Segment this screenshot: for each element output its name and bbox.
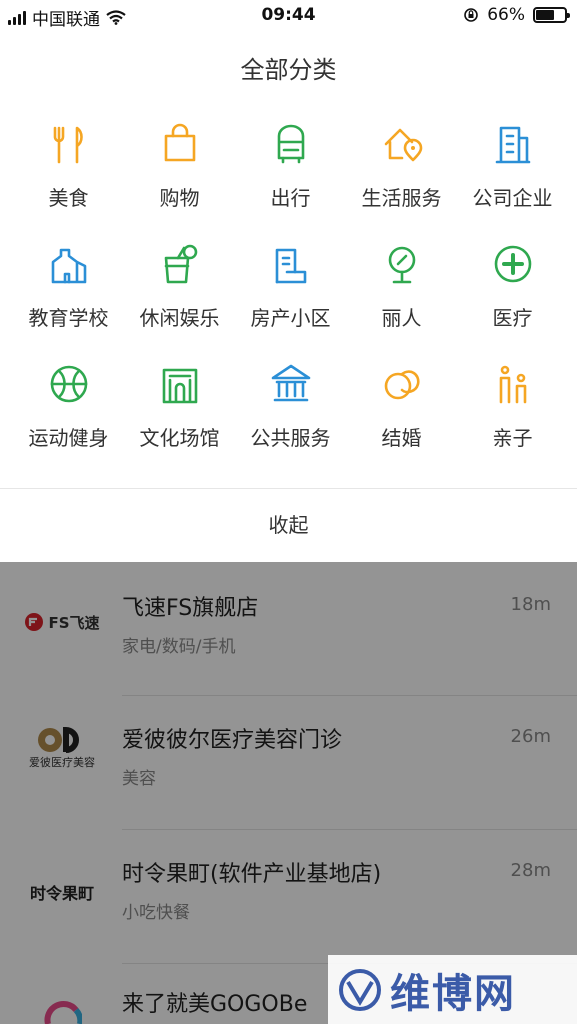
shopping-bag-icon — [164, 123, 195, 162]
category-item[interactable]: 美食 — [11, 122, 126, 232]
category-label: 运动健身 — [28, 426, 109, 450]
real-estate-icon — [275, 248, 306, 284]
category-label: 购物 — [159, 186, 200, 210]
mirror-icon — [388, 246, 415, 284]
category-item[interactable]: 购物 — [122, 122, 237, 232]
category-label: 房产小区 — [250, 306, 331, 330]
category-item[interactable]: 亲子 — [455, 362, 570, 472]
orientation-lock-icon — [464, 8, 479, 22]
status-right: 66% — [463, 5, 570, 25]
public-building-icon — [271, 364, 310, 402]
category-item[interactable]: 医疗 — [455, 242, 570, 352]
category-label: 生活服务 — [361, 186, 442, 210]
category-item[interactable]: 公司企业 — [455, 122, 570, 232]
category-panel: 全部分类 美食 购物 出行 生活服务 公司企业教育学校 休闲娱乐 房产小区 丽人 医疗运动健身 文… — [0, 32, 577, 562]
category-item[interactable]: 生活服务 — [344, 122, 459, 232]
category-label: 公共服务 — [250, 426, 331, 450]
watermark-logo-icon — [339, 968, 381, 1011]
sports-ball-icon — [50, 365, 87, 403]
category-label: 出行 — [270, 186, 311, 210]
parent-child-icon — [499, 365, 526, 404]
building-icon — [495, 126, 530, 164]
watermark: 维博网 — [328, 955, 577, 1024]
category-item[interactable]: 休闲娱乐 — [122, 242, 237, 352]
school-icon — [51, 248, 86, 284]
category-item[interactable]: 丽人 — [344, 242, 459, 352]
category-label: 亲子 — [492, 426, 533, 450]
drink-cup-icon — [164, 244, 197, 284]
battery-icon — [533, 7, 570, 23]
rings-icon — [384, 370, 420, 400]
category-item[interactable]: 出行 — [233, 122, 348, 232]
battery-percent: 66% — [487, 5, 525, 25]
category-label: 休闲娱乐 — [139, 306, 220, 330]
collapse-button[interactable]: 收起 — [0, 489, 577, 562]
panel-title: 全部分类 — [240, 56, 337, 84]
category-item[interactable]: 公共服务 — [233, 362, 348, 472]
category-item[interactable]: 结婚 — [344, 362, 459, 472]
category-label: 丽人 — [381, 306, 422, 330]
category-item[interactable]: 文化场馆 — [122, 362, 237, 472]
category-item[interactable]: 运动健身 — [11, 362, 126, 472]
category-label: 教育学校 — [28, 306, 109, 330]
category-item[interactable]: 房产小区 — [233, 242, 348, 352]
venue-icon — [162, 368, 197, 404]
category-label: 结婚 — [381, 426, 422, 450]
category-label: 文化场馆 — [139, 426, 220, 450]
category-label: 美食 — [48, 186, 89, 210]
house-pin-icon — [384, 128, 422, 162]
category-label: 公司企业 — [472, 186, 553, 210]
fork-knife-icon — [53, 126, 83, 164]
watermark-text: 维博网 — [390, 970, 516, 1017]
category-item[interactable]: 教育学校 — [11, 242, 126, 352]
category-label: 医疗 — [492, 306, 533, 330]
status-bar: 中国联通 09:44 66% — [0, 0, 577, 32]
medical-plus-icon — [494, 245, 531, 283]
bus-icon — [277, 124, 304, 164]
